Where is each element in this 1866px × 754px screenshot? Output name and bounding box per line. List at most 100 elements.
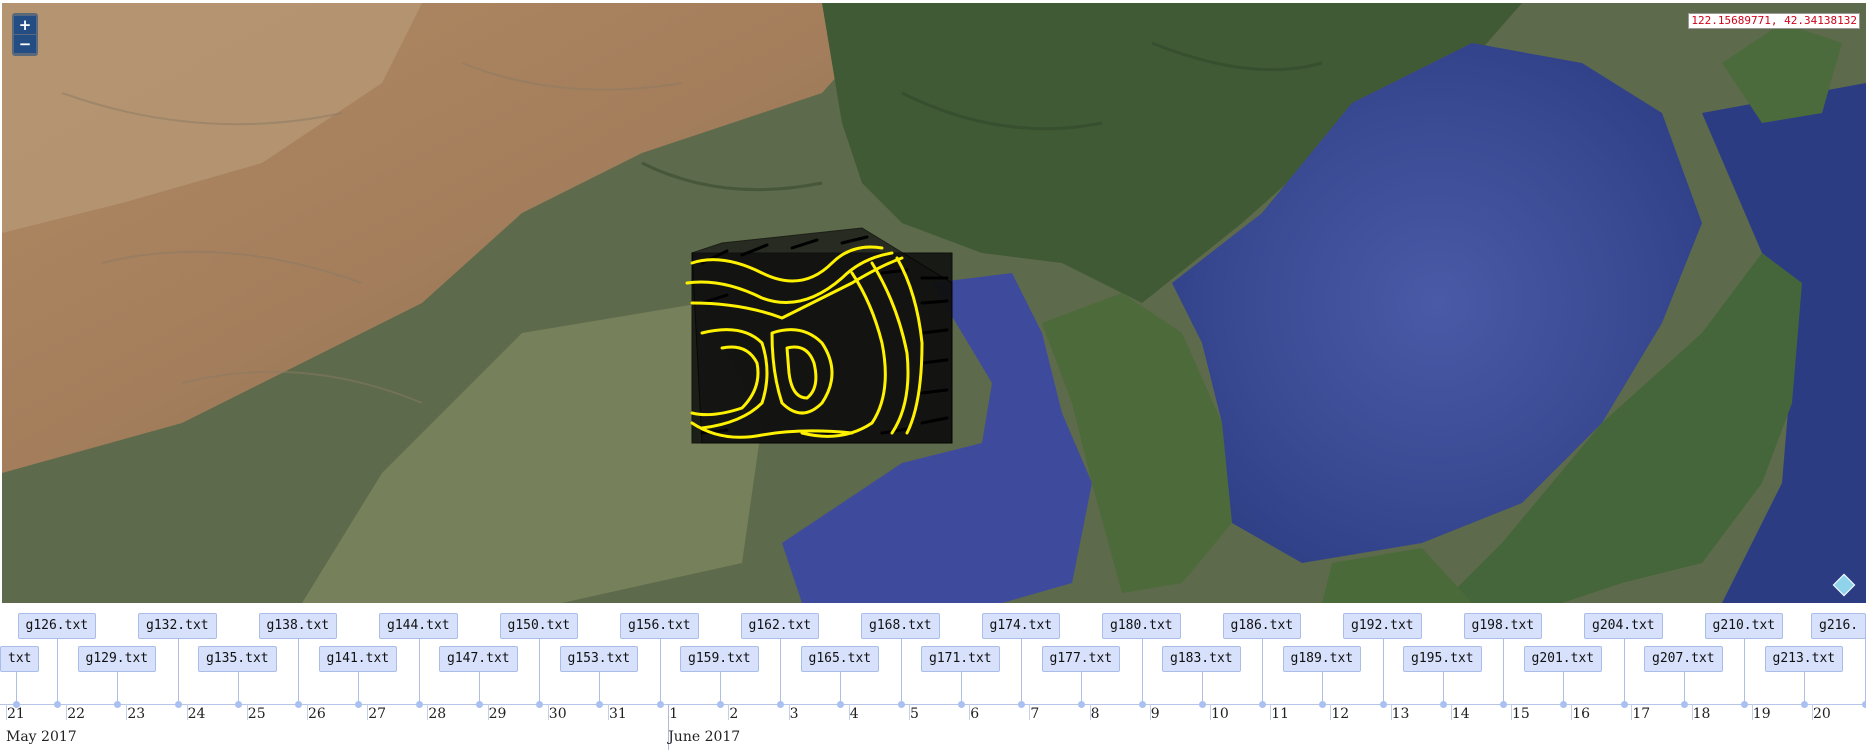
item-dot[interactable] [1198,701,1206,708]
day-label: 12 [1331,706,1350,722]
timeline-item[interactable]: g165.txt [800,646,880,672]
timeline-item[interactable]: g135.txt [198,646,277,672]
item-dot[interactable] [295,701,302,708]
item-dot[interactable] [1319,701,1326,708]
timeline-item[interactable]: g180.txt [1102,613,1181,639]
item-dot[interactable] [1379,701,1387,708]
timeline-item[interactable]: g159.txt [680,646,759,672]
timeline-item[interactable]: g183.txt [1162,646,1241,672]
item-stem [1262,637,1263,704]
zoom-out-button[interactable]: − [14,35,36,53]
timeline-item[interactable]: g129.txt [77,646,157,672]
zoom-control: + − [12,13,38,56]
item-stem [478,670,480,704]
timeline-item[interactable]: g213.txt [1764,646,1844,672]
day-label: 10 [1211,706,1229,722]
day-label: 9 [1150,706,1160,722]
day-label: 19 [1752,706,1771,722]
timeline-item[interactable]: g198.txt [1463,613,1543,639]
item-stem [1563,670,1564,704]
item-dot[interactable] [1680,701,1688,708]
item-dot[interactable] [475,701,483,708]
item-dot[interactable] [716,701,724,708]
timeline-item[interactable]: g141.txt [318,646,398,672]
item-stem [719,670,721,704]
timeline-item[interactable]: g138.txt [258,613,338,639]
day-label: 7 [1030,706,1040,722]
timeline-item[interactable]: g186.txt [1222,613,1302,639]
item-stem [1623,637,1625,704]
item-stem [1021,637,1022,704]
item-stem [1503,637,1504,704]
timeline-item[interactable]: g150.txt [499,613,579,639]
day-label: 14 [1451,706,1470,722]
item-dot[interactable] [355,701,362,708]
timeline-item[interactable]: g216. [1811,613,1866,639]
day-label: 23 [127,706,146,722]
item-dot[interactable] [1259,701,1266,708]
item-stem [599,670,600,704]
item-dot[interactable] [1138,701,1146,708]
day-label: 15 [1512,706,1530,722]
item-stem [1141,637,1143,704]
timeline-item[interactable]: g147.txt [439,646,518,672]
item-dot[interactable] [596,701,603,708]
day-label: 3 [789,706,799,722]
item-stem [298,637,299,704]
item-dot[interactable] [234,701,242,708]
timeline-item[interactable]: g156.txt [620,613,699,639]
day-label: 5 [910,706,919,722]
item-dot[interactable] [656,701,664,708]
item-dot[interactable] [536,701,543,708]
satellite-map[interactable]: + − 122.15689771, 42.34138132 [2,3,1866,603]
item-dot[interactable] [1861,701,1866,708]
timeline-item[interactable]: g207.txt [1644,646,1723,672]
day-label: 22 [67,706,86,722]
timeline-item[interactable]: g168.txt [861,613,940,639]
item-dot[interactable] [54,701,61,708]
item-dot[interactable] [777,701,784,708]
timeline-item[interactable]: g162.txt [740,613,820,639]
timeline[interactable]: 21 22 23 24 25 26 27 28 29 30 31 1 2 3 4 5 6 7 8 9 10 11 12 13 1… [0,604,1866,754]
item-dot[interactable] [1620,701,1628,708]
timeline-item[interactable]: g201.txt [1523,646,1603,672]
zoom-in-button[interactable]: + [14,16,36,34]
timeline-item[interactable]: g189.txt [1282,646,1362,672]
day-label: 24 [187,706,206,722]
item-dot[interactable] [1078,701,1085,708]
timeline-item[interactable]: g195.txt [1403,646,1482,672]
item-dot[interactable] [897,701,905,708]
item-dot[interactable] [1741,701,1748,708]
timeline-item[interactable]: g171.txt [921,646,1000,672]
item-dot[interactable] [1500,701,1507,708]
item-stem [539,637,540,704]
item-dot[interactable] [1560,701,1567,708]
timeline-item[interactable]: g177.txt [1041,646,1121,672]
day-label: 11 [1271,706,1290,722]
item-dot[interactable] [837,701,844,708]
item-dot[interactable] [1801,701,1808,708]
timeline-item[interactable]: g153.txt [559,646,639,672]
item-dot[interactable] [415,701,423,708]
timeline-item[interactable]: g210.txt [1704,613,1784,639]
item-dot[interactable] [13,701,20,708]
item-dot[interactable] [174,701,182,708]
timeline-item[interactable]: txt [0,646,40,672]
item-stem [1201,670,1203,704]
item-dot[interactable] [957,701,965,708]
timeline-item[interactable]: g126.txt [17,613,97,639]
timeline-item[interactable]: g144.txt [379,613,458,639]
timeline-item[interactable]: g192.txt [1343,613,1422,639]
item-dot[interactable] [1018,701,1025,708]
item-stem [840,670,841,704]
day-label: 6 [970,706,980,722]
timeline-item[interactable]: g204.txt [1584,613,1663,639]
month-label: June 2017 [668,729,741,745]
day-label: 25 [247,706,266,722]
timeline-item[interactable]: g132.txt [138,613,217,639]
timeline-item[interactable]: g174.txt [981,613,1061,639]
item-dot[interactable] [114,701,121,708]
day-label: 28 [428,706,447,722]
item-dot[interactable] [1439,701,1447,708]
item-stem [358,670,359,704]
